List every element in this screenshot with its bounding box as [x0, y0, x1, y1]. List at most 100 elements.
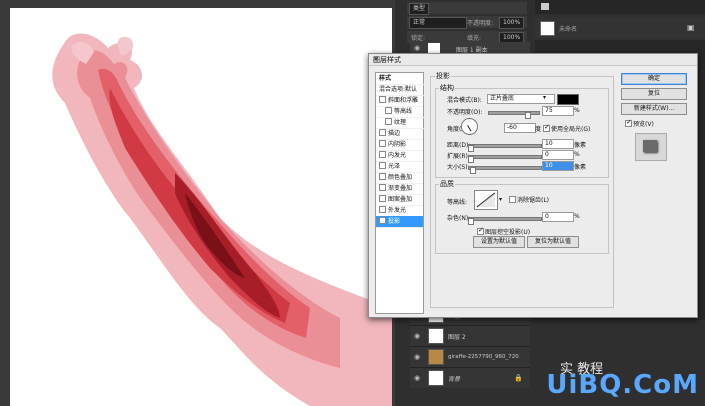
blend-mode-row: 正常 不透明度: 100%	[407, 16, 527, 29]
noise-slider[interactable]	[468, 217, 542, 221]
spread-label: 扩展(R):	[447, 153, 470, 160]
style-item-label: 投影	[388, 218, 401, 225]
dialog-titlebar[interactable]: 图层样式 ×	[369, 54, 697, 66]
contour-picker[interactable]	[474, 190, 498, 210]
size-label: 大小(S):	[447, 164, 470, 171]
giraffe-artwork	[52, 33, 392, 406]
chevron-down-icon[interactable]: ▾	[543, 94, 546, 101]
properties-tab-bar	[535, 0, 705, 14]
noise-input[interactable]: 0	[542, 212, 574, 222]
document-canvas[interactable]	[0, 0, 395, 406]
layer-filter-select[interactable]: 类型	[409, 3, 430, 15]
layer-style-dialog: 图层样式 × 样式 混合选项:默认 斜面和浮雕 等高线 纹理 描边 内阴影 内发…	[368, 53, 698, 318]
ok-button[interactable]: 确定	[621, 73, 687, 85]
properties-icon	[541, 3, 549, 10]
structure-title: 结构	[439, 83, 455, 93]
opacity-label: 不透明度(O):	[447, 109, 483, 116]
style-item-label: 内发光	[388, 152, 407, 159]
contour-curve-icon	[476, 192, 496, 208]
size-input[interactable]: 10	[542, 161, 574, 171]
checkbox[interactable]	[379, 96, 386, 103]
global-light-checkbox[interactable]	[543, 123, 550, 132]
style-item-label: 内阴影	[388, 141, 407, 148]
distance-slider[interactable]	[468, 144, 542, 148]
style-item-label: 描边	[388, 130, 401, 137]
checkbox[interactable]	[379, 140, 386, 147]
layer-name[interactable]: 背景	[448, 374, 460, 383]
history-item[interactable]: 未命名 ▣	[535, 18, 705, 38]
layer-row-giraffe[interactable]: ◉ giraffe-2257790_960_720	[410, 346, 530, 367]
checkbox[interactable]	[379, 151, 386, 158]
style-item-label: 斜面和浮雕	[388, 97, 419, 104]
layer-name[interactable]: 图层 2	[448, 332, 466, 341]
eye-icon[interactable]: ◉	[414, 332, 420, 340]
layer-thumb	[428, 370, 444, 386]
checkbox[interactable]	[379, 162, 386, 169]
antialias-checkbox[interactable]	[509, 196, 516, 203]
layer-row-background[interactable]: ◉ 背景 🔒	[410, 367, 530, 388]
spread-slider[interactable]	[468, 155, 542, 159]
antialias-label: 消除锯齿(L)	[517, 197, 550, 204]
eye-icon[interactable]: ◉	[414, 44, 420, 52]
fill-label: 填充:	[467, 35, 482, 42]
layer-thumb	[428, 349, 444, 365]
pixels-unit: 像素	[574, 142, 587, 149]
checkbox[interactable]	[379, 206, 386, 213]
layer-row-2[interactable]: ◉ 图层 2	[410, 325, 530, 346]
distance-label: 距离(D):	[447, 142, 471, 149]
style-item-drop-shadow[interactable]: 投影	[376, 216, 423, 228]
opacity-label: 不透明度:	[467, 20, 494, 27]
style-item-label: 纹理	[394, 119, 407, 126]
checkbox[interactable]	[379, 173, 386, 180]
checkbox-checked[interactable]	[379, 217, 386, 224]
style-item-label: 等高线	[394, 108, 413, 115]
angle-input[interactable]: -60	[504, 123, 536, 133]
angle-dial[interactable]	[461, 118, 478, 135]
size-slider-thumb[interactable]	[470, 167, 476, 174]
layer-blend-mode-select[interactable]: 正常	[409, 17, 467, 29]
spread-input[interactable]: 0	[542, 150, 574, 160]
layer-name[interactable]: giraffe-2257790_960_720	[448, 354, 519, 360]
camera-icon[interactable]: ▣	[687, 23, 695, 32]
history-thumb	[540, 21, 555, 36]
reset-button[interactable]: 复位	[621, 88, 687, 100]
size-slider[interactable]	[468, 166, 542, 170]
shadow-color-swatch[interactable]	[557, 94, 579, 105]
distance-input[interactable]: 10	[542, 139, 574, 149]
set-default-button[interactable]: 设置为默认值	[473, 236, 525, 248]
angle-unit: 度	[535, 126, 542, 133]
style-list: 样式 混合选项:默认 斜面和浮雕 等高线 纹理 描边 内阴影 内发光 光泽 颜色…	[375, 72, 429, 314]
checkbox[interactable]	[379, 184, 386, 191]
checkbox[interactable]	[379, 195, 386, 202]
chevron-down-icon[interactable]: ▾	[499, 196, 502, 203]
percent-unit: %	[574, 107, 580, 114]
percent-unit: %	[574, 151, 580, 158]
style-preview-box	[635, 133, 667, 161]
drop-shadow-title: 投影	[435, 71, 451, 81]
style-item-label: 外发光	[388, 207, 407, 214]
reset-default-button[interactable]: 复位为默认值	[527, 236, 579, 248]
checkbox[interactable]	[379, 129, 386, 136]
global-light-label: 使用全局光(G)	[551, 126, 591, 133]
eye-icon[interactable]: ◉	[414, 374, 420, 382]
watermark-logo: UiBQ.CoM	[546, 370, 699, 400]
knockout-checkbox[interactable]	[477, 226, 484, 235]
opacity-input[interactable]: 75	[542, 106, 574, 116]
new-style-button[interactable]: 新建样式(W)...	[621, 103, 687, 115]
preview-checkbox[interactable]	[625, 118, 632, 127]
style-item-label: 图案叠加	[388, 196, 413, 203]
opacity-input[interactable]: 100%	[499, 17, 525, 29]
eye-icon[interactable]: ◉	[414, 353, 420, 361]
noise-label: 杂色(N):	[447, 215, 471, 222]
close-icon[interactable]: ×	[373, 55, 693, 63]
noise-slider-thumb[interactable]	[468, 218, 474, 225]
checkbox[interactable]	[385, 107, 392, 114]
opacity-slider-thumb[interactable]	[525, 112, 531, 119]
artboard[interactable]	[10, 8, 392, 406]
blend-mode-label: 混合模式(B):	[447, 97, 482, 104]
checkbox[interactable]	[385, 118, 392, 125]
opacity-slider[interactable]	[488, 111, 540, 115]
lock-label: 锁定:	[411, 35, 426, 42]
style-preview-swatch	[643, 140, 657, 152]
layers-filter-bar[interactable]: 类型	[407, 2, 527, 15]
